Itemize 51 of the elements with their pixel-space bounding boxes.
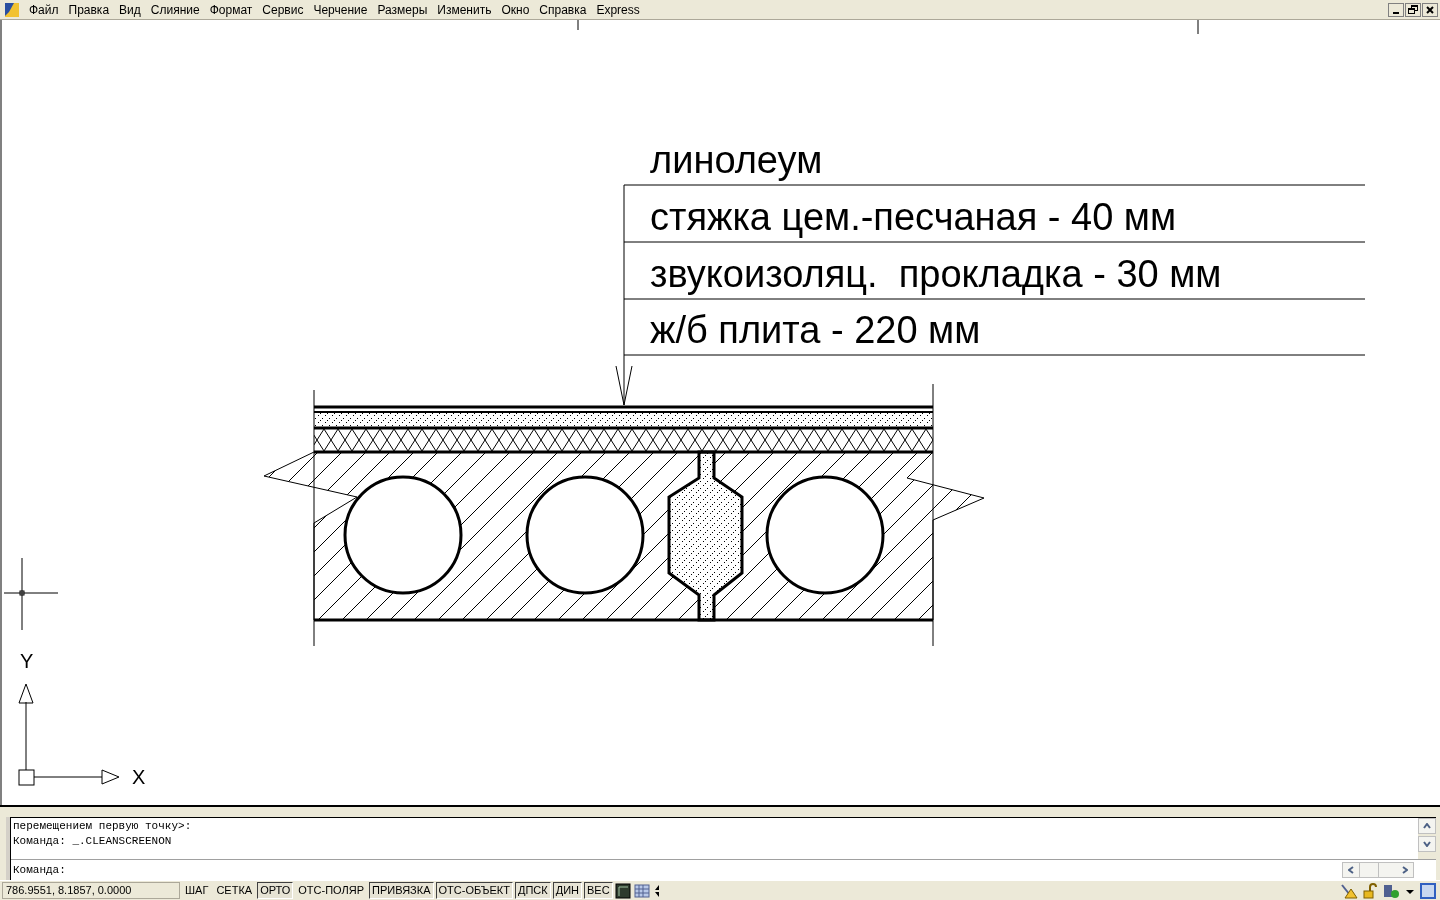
mode-toggle[interactable]: ОРТО	[257, 882, 294, 899]
menu-item[interactable]: Сервис	[257, 0, 309, 19]
mode-toggle[interactable]: СЕТКА	[213, 882, 256, 899]
mode-toggle[interactable]: ВЕС	[584, 882, 613, 899]
layer-label: стяжка цем.-песчаная - 40 мм	[650, 195, 1177, 239]
menu-item[interactable]: Размеры	[372, 0, 433, 19]
close-button[interactable]	[1422, 2, 1438, 17]
chevron-down-icon	[1423, 841, 1431, 847]
minimize-button[interactable]	[1388, 2, 1404, 17]
menu-item[interactable]: Формат	[204, 0, 258, 19]
crosshair-cursor-icon	[3, 557, 59, 631]
clean-screen-button[interactable]	[1420, 882, 1436, 899]
scroll-down-button[interactable]	[1418, 836, 1436, 852]
mode-toggle[interactable]: ПРИВЯЗКА	[369, 882, 434, 899]
chevron-left-icon	[1348, 866, 1354, 874]
mode-toggle[interactable]: ДИН	[552, 882, 582, 899]
tick-mark	[1197, 20, 1199, 35]
mode-toggle[interactable]: ОТС-ПОЛЯР	[295, 882, 368, 899]
tick-mark	[577, 20, 579, 31]
chevron-up-icon	[1423, 823, 1431, 829]
menu-item[interactable]: Черчение	[308, 0, 373, 19]
chevron-right-icon	[1402, 866, 1408, 874]
mode-toggle[interactable]: ОТС-ОБЪЕКТ	[435, 882, 513, 899]
mode-toggle[interactable]: ДПСК	[515, 882, 551, 899]
restore-button[interactable]	[1405, 2, 1421, 17]
model-tile-icon[interactable]	[614, 882, 631, 899]
layer-label: ж/б плита - 220 мм	[650, 308, 981, 352]
mode-toggle[interactable]: ШАГ	[182, 882, 212, 899]
coordinates-readout: 786.9551, 8.1857, 0.0000	[2, 882, 180, 899]
axis-label: Y	[20, 650, 34, 672]
history-line: Команда: _.CLEANSCREENON	[13, 834, 173, 849]
menu-item[interactable]: Окно	[496, 0, 535, 19]
menu-item[interactable]: Вид	[114, 0, 146, 19]
history-line: перемещением первую точку>:	[13, 819, 193, 834]
close-icon	[1426, 5, 1434, 14]
layer-label: звукоизоляц. прокладка - 30 мм	[650, 252, 1222, 296]
scroll-up-button[interactable]	[1418, 818, 1436, 834]
menu-item[interactable]: Файл	[24, 0, 64, 19]
horizontal-scrollbar[interactable]	[1342, 862, 1414, 878]
app-logo-icon	[4, 1, 20, 18]
warning-icon[interactable]	[1340, 882, 1358, 899]
layer-label: линолеум	[650, 138, 823, 182]
menu-item[interactable]: Справка	[534, 0, 592, 19]
padlock-icon[interactable]	[1362, 882, 1378, 899]
axis-label: X	[132, 766, 146, 788]
menu-item[interactable]: Изменить	[432, 0, 497, 19]
ucs-axes-icon	[18, 683, 120, 786]
command-prompt[interactable]: Команда:	[11, 861, 1342, 879]
menu-item[interactable]: Правка	[63, 0, 115, 19]
menu-item[interactable]: Express	[591, 0, 645, 19]
menu-item[interactable]: Слияние	[145, 0, 205, 19]
